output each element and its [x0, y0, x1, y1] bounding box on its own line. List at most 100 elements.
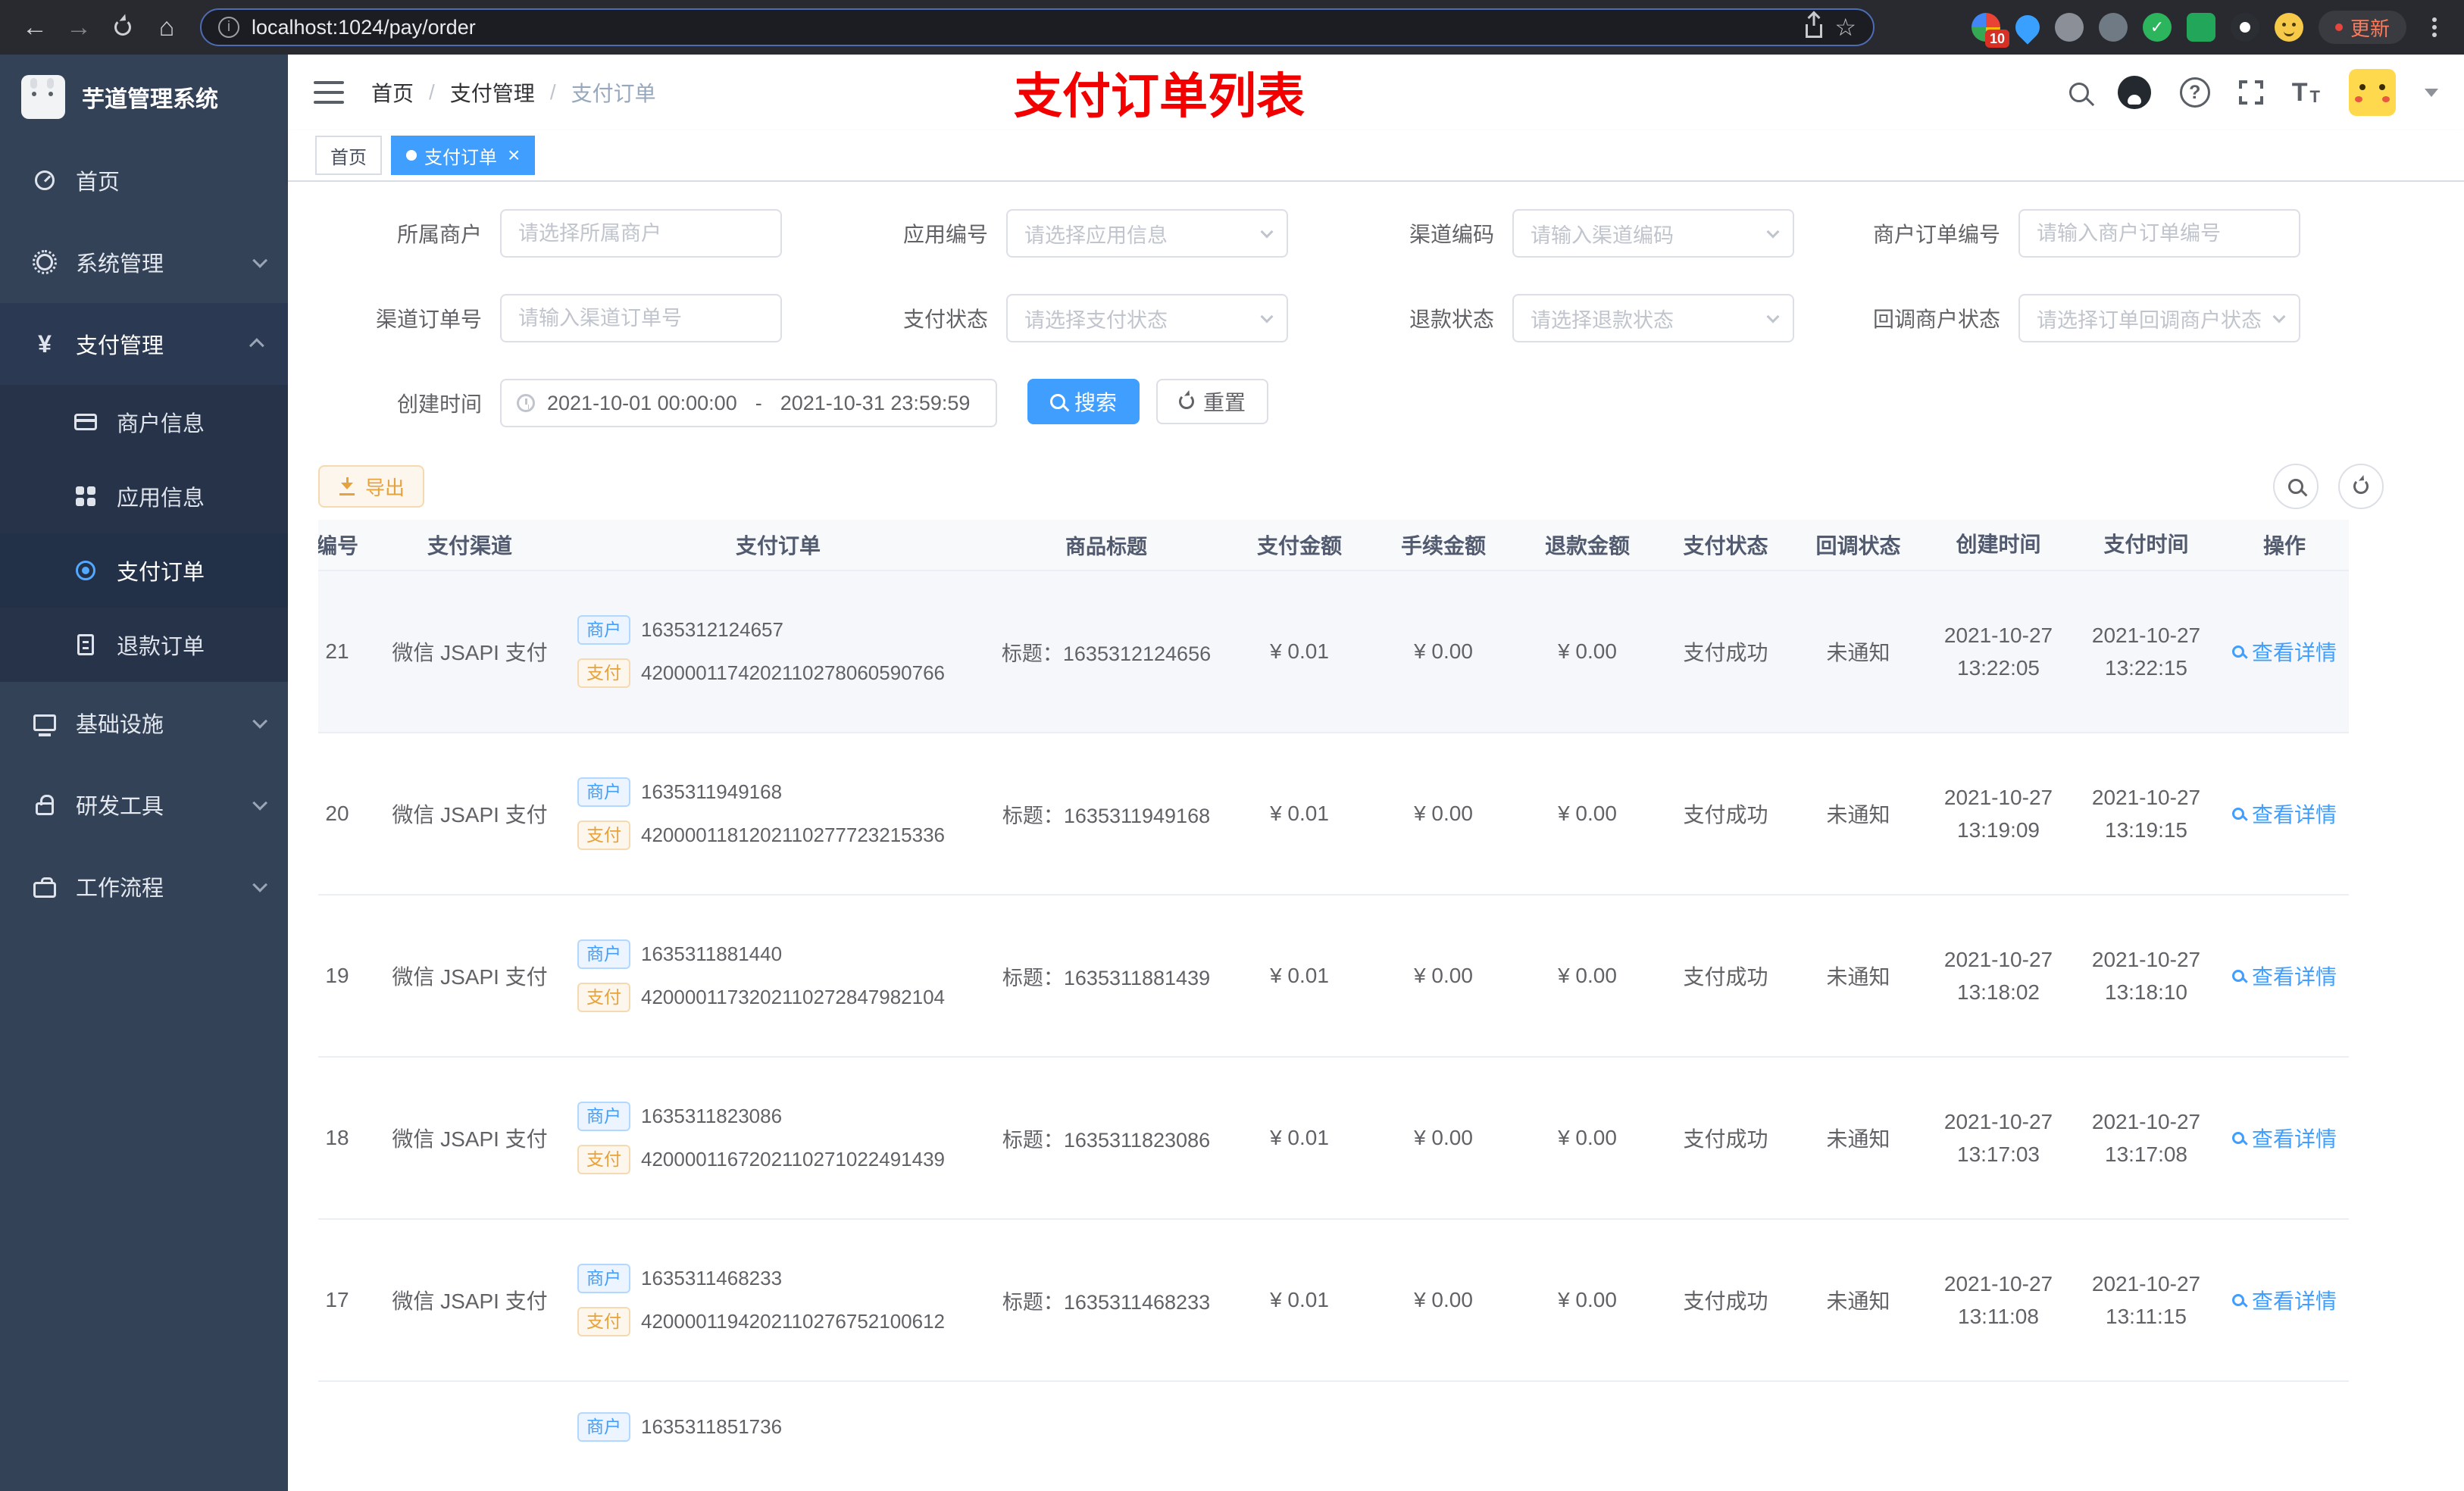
forward-icon[interactable]: →: [61, 9, 97, 45]
sidebar-collapse-icon[interactable]: [314, 81, 344, 104]
breadcrumb-home[interactable]: 首页: [371, 77, 414, 108]
url-bar[interactable]: i localhost:1024/pay/order ☆: [200, 8, 1875, 46]
reload-icon[interactable]: [105, 9, 141, 45]
search-button[interactable]: 搜索: [1027, 379, 1140, 424]
table-header: 编号 支付渠道 支付订单 商品标题 支付金额 手续金额 退款金额 支付状态 回调…: [318, 520, 2349, 571]
cell-title: 标题：1635311949168: [1002, 804, 1211, 827]
table-row: 17 微信 JSAPI 支付 商户 1635311468233 支付 4200001…: [318, 1220, 2349, 1382]
payment-submenu: 商户信息 应用信息 支付订单 退款订单: [0, 385, 288, 682]
url-text[interactable]: localhost:1024/pay/order: [252, 16, 1793, 39]
refresh-table-button[interactable]: [2338, 464, 2384, 509]
cell-order: 商户 1635311851736: [561, 1382, 985, 1442]
sidebar-item-payment[interactable]: ¥ 支付管理: [0, 303, 288, 385]
chrome-update-button[interactable]: 更新: [2318, 11, 2406, 44]
refund-status-select[interactable]: 请选择退款状态: [1512, 294, 1794, 342]
tab-close-icon[interactable]: ×: [508, 145, 520, 166]
view-detail-link[interactable]: 查看详情: [2231, 1123, 2337, 1153]
pay-status-select[interactable]: 请选择支付状态: [1006, 294, 1288, 342]
cell-amount: ¥ 0.01: [1270, 639, 1329, 663]
cell-id: 20: [325, 802, 349, 825]
sidebar-item-system[interactable]: 系统管理: [0, 221, 288, 303]
share-icon[interactable]: [1806, 24, 1823, 38]
merchant-order-no: 1635311823086: [641, 1105, 783, 1127]
table-row: 18 微信 JSAPI 支付 商户 1635311823086 支付 4200001…: [318, 1058, 2349, 1220]
merchant-input[interactable]: [500, 209, 782, 258]
merchant-order-no-input[interactable]: [2018, 209, 2300, 258]
view-detail-link[interactable]: 查看详情: [2231, 636, 2337, 667]
cell-order: 商户 1635311468233 支付 4200001194202110276752…: [561, 1264, 985, 1336]
fullscreen-icon[interactable]: [2237, 79, 2265, 106]
extension-square-icon[interactable]: [2186, 13, 2215, 42]
view-detail-link[interactable]: 查看详情: [2231, 799, 2337, 829]
cell-title: 标题：1635311468233: [1002, 1290, 1211, 1314]
avatar-caret-icon[interactable]: [2425, 88, 2438, 97]
field-label: 支付状态: [902, 308, 988, 331]
site-info-icon[interactable]: i: [218, 17, 239, 38]
table-row: 21 微信 JSAPI 支付 商户 1635312124657 支付 4200001…: [318, 571, 2349, 733]
profile-avatar-icon[interactable]: [2274, 13, 2303, 42]
browser-menu-icon[interactable]: [2432, 25, 2437, 30]
cell-refund: ¥ 0.00: [1558, 639, 1617, 663]
channel-code-select[interactable]: 请输入渠道编码: [1512, 209, 1794, 258]
toggle-search-button[interactable]: [2273, 464, 2319, 509]
home-icon[interactable]: ⌂: [149, 9, 185, 45]
search-icon[interactable]: [2068, 83, 2089, 102]
view-detail-link[interactable]: 查看详情: [2231, 1285, 2337, 1315]
tag-bar: 首页 支付订单 ×: [288, 130, 2464, 182]
sidebar-item-refund-order[interactable]: 退款订单: [0, 608, 288, 682]
yen-icon: ¥: [38, 330, 52, 358]
dashboard-icon: [32, 170, 58, 190]
extension-check-icon[interactable]: ✓: [2142, 13, 2172, 42]
create-time-range-picker[interactable]: 2021-10-01 00:00:00 - 2021-10-31 23:59:5…: [500, 379, 997, 427]
callback-status-select[interactable]: 请选择订单回调商户状态: [2018, 294, 2300, 342]
table-row-partial: 商户 1635311851736: [318, 1382, 2349, 1491]
export-button[interactable]: 导出: [318, 465, 425, 508]
extension-gray-icon[interactable]: [2054, 13, 2084, 42]
view-detail-link[interactable]: 查看详情: [2231, 961, 2337, 991]
merchant-badge: 商户: [577, 615, 630, 645]
extension-pie-icon[interactable]: 10: [1971, 13, 2009, 48]
user-avatar[interactable]: [2349, 69, 2396, 116]
cell-paid: 2021-10-27 13:17:08: [2091, 1109, 2201, 1166]
app-select[interactable]: 请选择应用信息: [1006, 209, 1288, 258]
github-icon[interactable]: [2117, 76, 2151, 109]
pay-order-no: 4200001174202110278060590766: [641, 661, 946, 684]
extension-pin-icon[interactable]: [2230, 13, 2259, 42]
merchant-badge: 商户: [577, 777, 630, 807]
font-size-icon[interactable]: TT: [2292, 80, 2320, 105]
breadcrumb-payment[interactable]: 支付管理: [450, 77, 535, 108]
cell-notify: 未通知: [1826, 1127, 1890, 1151]
briefcase-icon: [32, 876, 58, 898]
back-icon[interactable]: ←: [17, 9, 53, 45]
cell-id: 17: [325, 1288, 349, 1311]
channel-order-no-field[interactable]: [518, 306, 764, 330]
sidebar-item-app-info[interactable]: 应用信息: [0, 459, 288, 533]
help-icon[interactable]: ?: [2179, 77, 2210, 108]
cell-fee: ¥ 0.00: [1414, 964, 1473, 987]
sidebar-item-pay-order[interactable]: 支付订单: [0, 533, 288, 608]
merchant-input-field[interactable]: [518, 221, 764, 245]
reset-button[interactable]: 重置: [1156, 379, 1269, 424]
sidebar-item-home[interactable]: 首页: [0, 139, 288, 221]
chevron-up-icon: [249, 338, 264, 354]
bookmark-star-icon[interactable]: ☆: [1834, 15, 1856, 39]
cell-refund: ¥ 0.00: [1558, 1288, 1617, 1311]
sidebar-item-workflow[interactable]: 工作流程: [0, 846, 288, 927]
download-icon: [338, 477, 356, 495]
date-end: 2021-10-31 23:59:59: [780, 391, 971, 414]
merchant-order-no-field[interactable]: [2037, 221, 2282, 245]
extension-gray2-icon[interactable]: [2098, 13, 2128, 42]
merchant-order-no: 1635311881440: [641, 942, 783, 965]
sidebar-item-merchant-info[interactable]: 商户信息: [0, 385, 288, 459]
tab-pay-order[interactable]: 支付订单 ×: [391, 136, 536, 175]
sidebar-item-infra[interactable]: 基础设施: [0, 682, 288, 764]
chevron-down-icon: [1766, 310, 1780, 324]
sidebar-item-devtools[interactable]: 研发工具: [0, 764, 288, 846]
cell-title: 标题：1635311823086: [1002, 1128, 1211, 1152]
cell-notify: 未通知: [1826, 965, 1890, 989]
update-dot: [2334, 23, 2343, 31]
extension-drop-icon[interactable]: [2010, 10, 2045, 45]
tab-home[interactable]: 首页: [315, 136, 382, 175]
channel-order-no-input[interactable]: [500, 294, 782, 342]
field-label: 商户订单编号: [1872, 223, 2000, 246]
